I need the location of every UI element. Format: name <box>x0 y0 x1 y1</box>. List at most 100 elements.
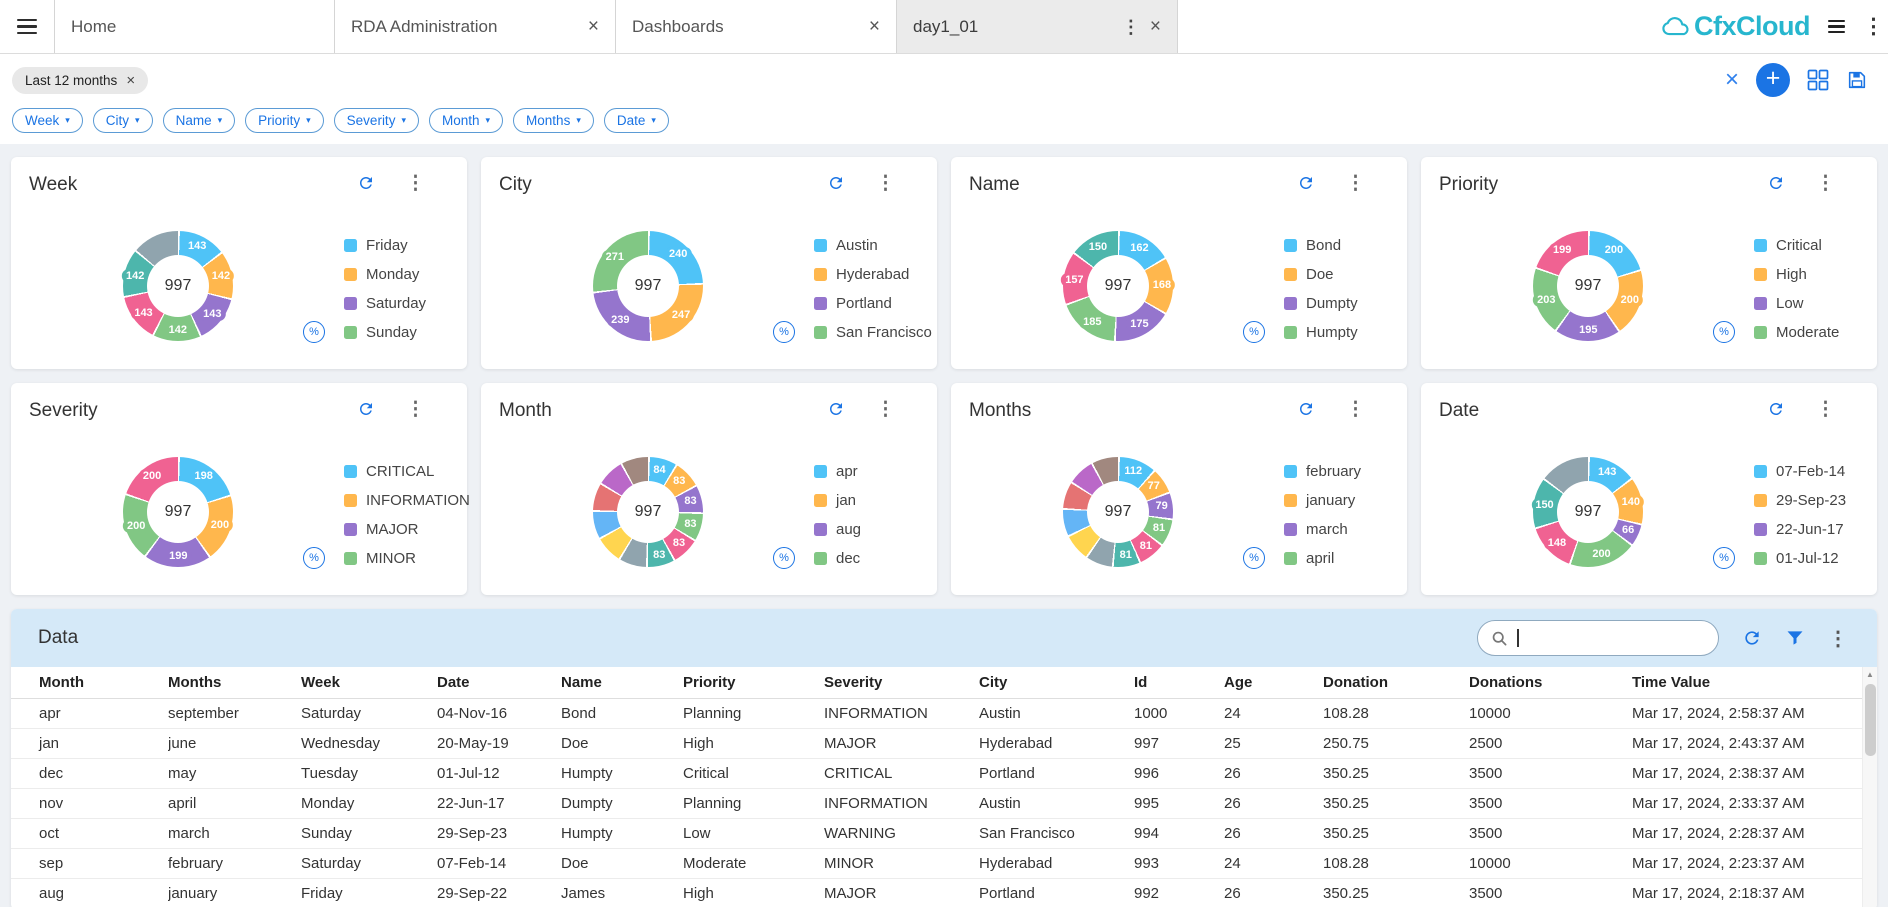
legend-item: Friday <box>344 231 426 260</box>
table-cell: 04-Nov-16 <box>437 698 561 728</box>
donut-chart: 200200195203199997 <box>1533 231 1643 341</box>
legend-label: 22-Jun-17 <box>1776 521 1844 538</box>
refresh-icon[interactable] <box>357 174 375 197</box>
filter-pill-week[interactable]: Week▾ <box>12 108 83 133</box>
refresh-icon[interactable] <box>357 400 375 423</box>
table-row[interactable]: sepfebruarySaturday07-Feb-14DoeModerateM… <box>11 848 1862 878</box>
chip-close-icon[interactable]: × <box>126 73 135 88</box>
donut-segment-label: 66 <box>1618 523 1638 537</box>
legend-color-swatch <box>814 297 827 310</box>
filter-pill-name[interactable]: Name▾ <box>163 108 236 133</box>
donut-segment-label: 200 <box>1601 243 1627 257</box>
table-row[interactable]: augjanuaryFriday29-Sep-22JamesHighMAJORP… <box>11 878 1862 907</box>
tab-day1-01[interactable]: day1_01⋮× <box>897 0 1178 53</box>
legend-item: Dumpty <box>1284 289 1358 318</box>
refresh-icon[interactable] <box>1297 174 1315 197</box>
table-row[interactable]: janjuneWednesday20-May-19DoeHighMAJORHyd… <box>11 728 1862 758</box>
list-menu-icon[interactable] <box>1828 20 1845 34</box>
tab-dashboards[interactable]: Dashboards× <box>616 0 897 53</box>
percent-toggle-button[interactable]: % <box>1713 321 1735 343</box>
filter-pill-priority[interactable]: Priority▾ <box>245 108 324 133</box>
filter-pill-date[interactable]: Date▾ <box>604 108 669 133</box>
legend-item: High <box>1754 260 1839 289</box>
legend-label: MAJOR <box>366 521 419 538</box>
legend-item: aug <box>814 515 861 544</box>
chart-card-kebab-icon[interactable]: ⋮ <box>1346 398 1365 421</box>
donut-chart: 848383838383997 <box>593 457 703 567</box>
add-button[interactable]: + <box>1756 63 1790 97</box>
table-cell: Mar 17, 2024, 2:18:37 AM <box>1632 878 1862 907</box>
table-row[interactable]: novaprilMonday22-Jun-17DumptyPlanningINF… <box>11 788 1862 818</box>
hamburger-menu-icon[interactable] <box>0 0 54 53</box>
clear-filters-icon[interactable]: × <box>1725 68 1739 92</box>
donut-segment-label: 81 <box>1136 539 1156 553</box>
scrollbar-thumb[interactable] <box>1865 684 1876 756</box>
legend-label: San Francisco <box>836 324 932 341</box>
legend-item: %april <box>1284 544 1361 573</box>
legend-label: Dumpty <box>1306 295 1358 312</box>
table-cell: 350.25 <box>1323 878 1469 907</box>
legend-color-swatch <box>1284 552 1297 565</box>
tab-close-icon[interactable]: × <box>869 17 880 36</box>
topbar-kebab-icon[interactable]: ⋮ <box>1863 14 1884 39</box>
chart-card-kebab-icon[interactable]: ⋮ <box>406 172 425 195</box>
dashboard-cards: Week⋮143142143142143142997FridayMondaySa… <box>11 157 1877 595</box>
table-scrollbar[interactable]: ▲ <box>1862 667 1877 907</box>
table-row[interactable]: aprseptemberSaturday04-Nov-16BondPlannin… <box>11 698 1862 728</box>
tab-kebab-icon[interactable]: ⋮ <box>1122 18 1140 36</box>
chart-card-kebab-icon[interactable]: ⋮ <box>876 172 895 195</box>
table-cell: 24 <box>1224 848 1323 878</box>
tab-close-icon[interactable]: × <box>588 17 599 36</box>
percent-toggle-button[interactable]: % <box>1713 547 1735 569</box>
refresh-icon[interactable] <box>827 400 845 423</box>
refresh-icon[interactable] <box>1767 174 1785 197</box>
donut-segment-label: 150 <box>1085 240 1111 254</box>
donut-segment-label: 83 <box>669 474 689 488</box>
table-row[interactable]: decmayTuesday01-Jul-12HumptyCriticalCRIT… <box>11 758 1862 788</box>
tab-home[interactable]: Home <box>54 0 335 53</box>
chart-card-kebab-icon[interactable]: ⋮ <box>406 398 425 421</box>
data-panel: Data ⋮ MonthMonthsWeekDateNamePrioritySe… <box>11 609 1877 907</box>
time-filter-chip[interactable]: Last 12 months × <box>12 67 148 94</box>
legend-label: INFORMATION <box>366 492 470 509</box>
percent-toggle-button[interactable]: % <box>773 321 795 343</box>
filter-funnel-icon[interactable] <box>1785 628 1805 648</box>
filter-pill-severity[interactable]: Severity▾ <box>334 108 419 133</box>
widgets-grid-icon[interactable] <box>1807 69 1829 91</box>
filter-pill-months[interactable]: Months▾ <box>513 108 594 133</box>
percent-toggle-button[interactable]: % <box>303 547 325 569</box>
filter-pill-month[interactable]: Month▾ <box>429 108 503 133</box>
donut-total: 997 <box>617 481 679 543</box>
chart-card-kebab-icon[interactable]: ⋮ <box>1816 172 1835 195</box>
percent-toggle-button[interactable]: % <box>773 547 795 569</box>
filter-pill-city[interactable]: City▾ <box>93 108 153 133</box>
percent-toggle-button[interactable]: % <box>303 321 325 343</box>
search-input[interactable] <box>1477 620 1719 656</box>
data-panel-kebab-icon[interactable]: ⋮ <box>1828 626 1848 651</box>
chart-card-kebab-icon[interactable]: ⋮ <box>1816 398 1835 421</box>
legend-item: Hyderabad <box>814 260 932 289</box>
refresh-icon[interactable] <box>827 174 845 197</box>
legend-label: Humpty <box>1306 324 1358 341</box>
tab-close-icon[interactable]: × <box>1150 17 1161 36</box>
legend-item: %Humpty <box>1284 318 1358 347</box>
donut-chart: 143142143142143142997 <box>123 231 233 341</box>
chart-card-kebab-icon[interactable]: ⋮ <box>1346 172 1365 195</box>
table-cell: Friday <box>301 878 437 907</box>
scrollbar-up-icon[interactable]: ▲ <box>1863 667 1877 682</box>
refresh-icon[interactable] <box>1297 400 1315 423</box>
table-cell: march <box>168 818 301 848</box>
legend-item: jan <box>814 486 861 515</box>
tab-rda-administration[interactable]: RDA Administration× <box>335 0 616 53</box>
legend-color-swatch <box>814 523 827 536</box>
table-row[interactable]: octmarchSunday29-Sep-23HumptyLowWARNINGS… <box>11 818 1862 848</box>
donut-total: 997 <box>617 255 679 317</box>
chart-card-kebab-icon[interactable]: ⋮ <box>876 398 895 421</box>
save-icon[interactable] <box>1846 69 1868 91</box>
refresh-icon[interactable] <box>1742 628 1762 648</box>
donut-segment-label: 185 <box>1079 315 1105 329</box>
table-cell: James <box>561 878 683 907</box>
percent-toggle-button[interactable]: % <box>1243 321 1265 343</box>
percent-toggle-button[interactable]: % <box>1243 547 1265 569</box>
refresh-icon[interactable] <box>1767 400 1785 423</box>
